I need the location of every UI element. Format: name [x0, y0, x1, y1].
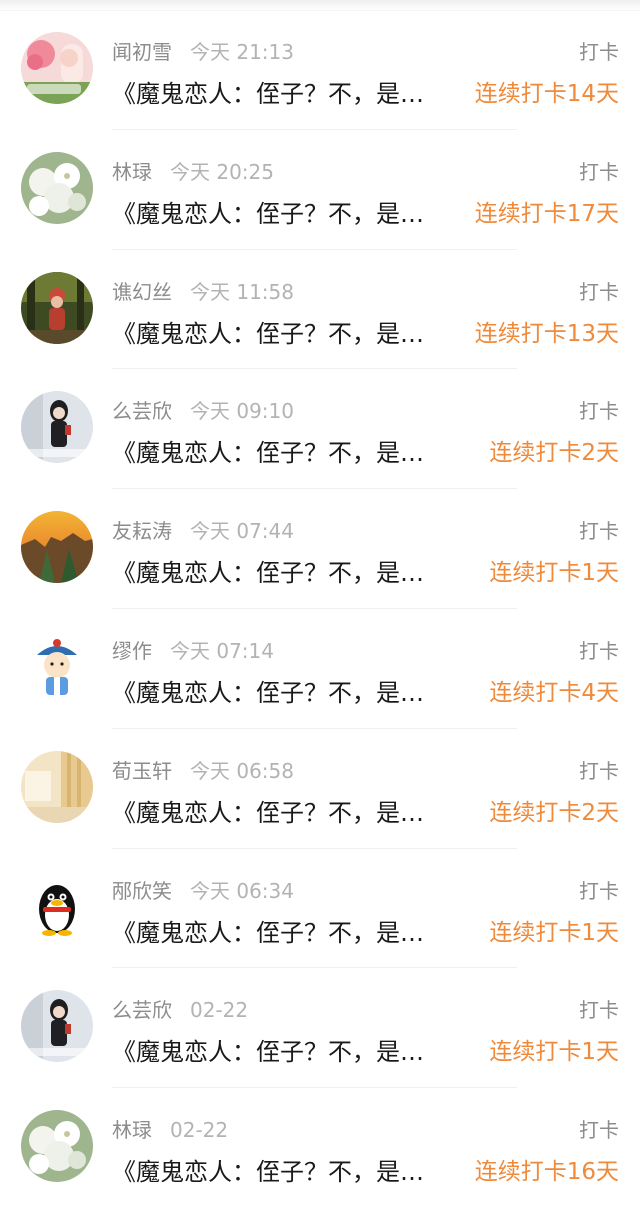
sunset-cliff-avatar[interactable]: [21, 511, 93, 584]
white-flowers-avatar[interactable]: [21, 1110, 93, 1183]
streak-badge: 连续打卡2天: [489, 799, 619, 826]
list-item[interactable]: 荀玉轩 今天 06:58 打卡 《魔鬼恋人：侄子？不，是… 连续打卡2天: [0, 729, 640, 849]
girl-standing-avatar[interactable]: [21, 990, 93, 1063]
post-time: 今天 20:25: [170, 159, 274, 184]
user-name[interactable]: 邴欣笑 今天 06:34: [112, 875, 294, 904]
checkin-book-title[interactable]: 《魔鬼恋人：侄子？不，是…: [112, 74, 472, 109]
user-name[interactable]: 么芸欣 今天 09:10: [112, 395, 294, 424]
post-time: 今天 07:44: [190, 519, 294, 544]
action-label: 打卡: [579, 878, 619, 903]
user-name[interactable]: 荀玉轩 今天 06:58: [112, 755, 294, 784]
checkin-book-title[interactable]: 《魔鬼恋人：侄子？不，是…: [112, 1032, 472, 1067]
post-time: 今天 11:58: [190, 279, 294, 304]
user-name-text[interactable]: 邴欣笑: [112, 879, 172, 903]
action-label: 打卡: [579, 399, 619, 424]
user-name[interactable]: 谯幻丝 今天 11:58: [112, 276, 294, 305]
checkin-book-title[interactable]: 《魔鬼恋人：侄子？不，是…: [112, 793, 472, 828]
list-item[interactable]: 林琭 今天 20:25 打卡 《魔鬼恋人：侄子？不，是… 连续打卡17天: [0, 130, 640, 250]
streak-badge: 连续打卡17天: [474, 200, 619, 227]
list-item[interactable]: 林琭 02-22 打卡 《魔鬼恋人：侄子？不，是… 连续打卡16天: [0, 1088, 640, 1208]
user-name-text[interactable]: 荀玉轩: [112, 759, 172, 783]
action-label: 打卡: [579, 40, 619, 64]
streak-badge: 连续打卡4天: [489, 679, 619, 706]
action-label: 打卡: [579, 1118, 619, 1143]
user-name-text[interactable]: 闻初雪: [112, 40, 172, 64]
list-item[interactable]: 么芸欣 02-22 打卡 《魔鬼恋人：侄子？不，是… 连续打卡1天: [0, 968, 640, 1089]
post-time: 今天 09:10: [190, 399, 294, 424]
list-item[interactable]: 谯幻丝 今天 11:58 打卡 《魔鬼恋人：侄子？不，是… 连续打卡13天: [0, 250, 640, 370]
action-label: 打卡: [579, 519, 619, 544]
girl-standing-avatar[interactable]: [21, 391, 93, 464]
list-item[interactable]: 闻初雪 今天 21:13 打卡 《魔鬼恋人：侄子？不，是… 连续打卡14天: [0, 10, 640, 130]
action-label: 打卡: [579, 159, 619, 184]
streak-badge: 连续打卡14天: [474, 81, 619, 107]
action-label: 打卡: [579, 998, 619, 1023]
user-name[interactable]: 林琭 今天 20:25: [112, 156, 274, 185]
cartoon-qing-official-avatar[interactable]: [21, 630, 93, 703]
post-time: 02-22: [190, 998, 249, 1023]
checkin-book-title[interactable]: 《魔鬼恋人：侄子？不，是…: [112, 673, 472, 708]
streak-badge: 连续打卡16天: [474, 1159, 619, 1186]
white-flowers-avatar[interactable]: [21, 151, 93, 224]
checkin-book-title[interactable]: 《魔鬼恋人：侄子？不，是…: [112, 194, 472, 229]
user-name[interactable]: 友耘涛 今天 07:44: [112, 515, 294, 544]
action-label: 打卡: [579, 279, 619, 304]
user-name-text[interactable]: 么芸欣: [112, 998, 172, 1022]
streak-badge: 连续打卡13天: [474, 320, 619, 347]
streak-badge: 连续打卡1天: [489, 1039, 619, 1066]
user-name[interactable]: 闻初雪 今天 21:13: [112, 36, 294, 65]
streak-badge: 连续打卡1天: [489, 560, 619, 587]
user-name-text[interactable]: 缪作: [112, 639, 152, 663]
post-time: 今天 06:58: [190, 758, 294, 783]
post-time: 今天 07:14: [170, 638, 274, 663]
checkin-book-title[interactable]: 《魔鬼恋人：侄子？不，是…: [112, 314, 472, 349]
post-time: 02-22: [170, 1118, 229, 1143]
user-name-text[interactable]: 林琭: [112, 1118, 152, 1142]
user-name[interactable]: 林琭 02-22: [112, 1114, 228, 1143]
user-name-text[interactable]: 友耘涛: [112, 519, 172, 543]
post-time: 今天 21:13: [190, 40, 294, 64]
streak-badge: 连续打卡2天: [489, 440, 619, 467]
list-item[interactable]: 么芸欣 今天 09:10 打卡 《魔鬼恋人：侄子？不，是… 连续打卡2天: [0, 369, 640, 490]
user-name-text[interactable]: 么芸欣: [112, 399, 172, 423]
checkin-book-title[interactable]: 《魔鬼恋人：侄子？不，是…: [112, 1152, 472, 1187]
action-label: 打卡: [579, 758, 619, 783]
checkin-book-title[interactable]: 《魔鬼恋人：侄子？不，是…: [112, 553, 472, 588]
streak-badge: 连续打卡1天: [489, 919, 619, 946]
action-label: 打卡: [579, 638, 619, 663]
checkin-feed: 闻初雪 今天 21:13 打卡 《魔鬼恋人：侄子？不，是… 连续打卡14天 林琭今…: [0, 10, 640, 1208]
curtain-room-avatar[interactable]: [21, 750, 93, 823]
user-name-text[interactable]: 谯幻丝: [112, 280, 172, 304]
post-time: 今天 06:34: [190, 878, 294, 903]
list-item[interactable]: 邴欣笑 今天 06:34 打卡 《魔鬼恋人：侄子？不，是… 连续打卡1天: [0, 849, 640, 969]
user-name[interactable]: 缪作 今天 07:14: [112, 635, 274, 664]
checkin-book-title[interactable]: 《魔鬼恋人：侄子？不，是…: [112, 433, 472, 468]
user-name-text[interactable]: 林琭: [112, 160, 152, 184]
user-name[interactable]: 么芸欣 02-22: [112, 994, 248, 1023]
list-item[interactable]: 缪作 今天 07:14 打卡 《魔鬼恋人：侄子？不，是… 连续打卡4天: [0, 609, 640, 729]
penguin-avatar[interactable]: [21, 870, 93, 943]
girl-in-forest-avatar[interactable]: [21, 271, 93, 344]
photo-flower-girl-avatar[interactable]: [21, 32, 93, 104]
checkin-book-title[interactable]: 《魔鬼恋人：侄子？不，是…: [112, 913, 472, 948]
list-item[interactable]: 友耘涛 今天 07:44 打卡 《魔鬼恋人：侄子？不，是… 连续打卡1天: [0, 489, 640, 609]
